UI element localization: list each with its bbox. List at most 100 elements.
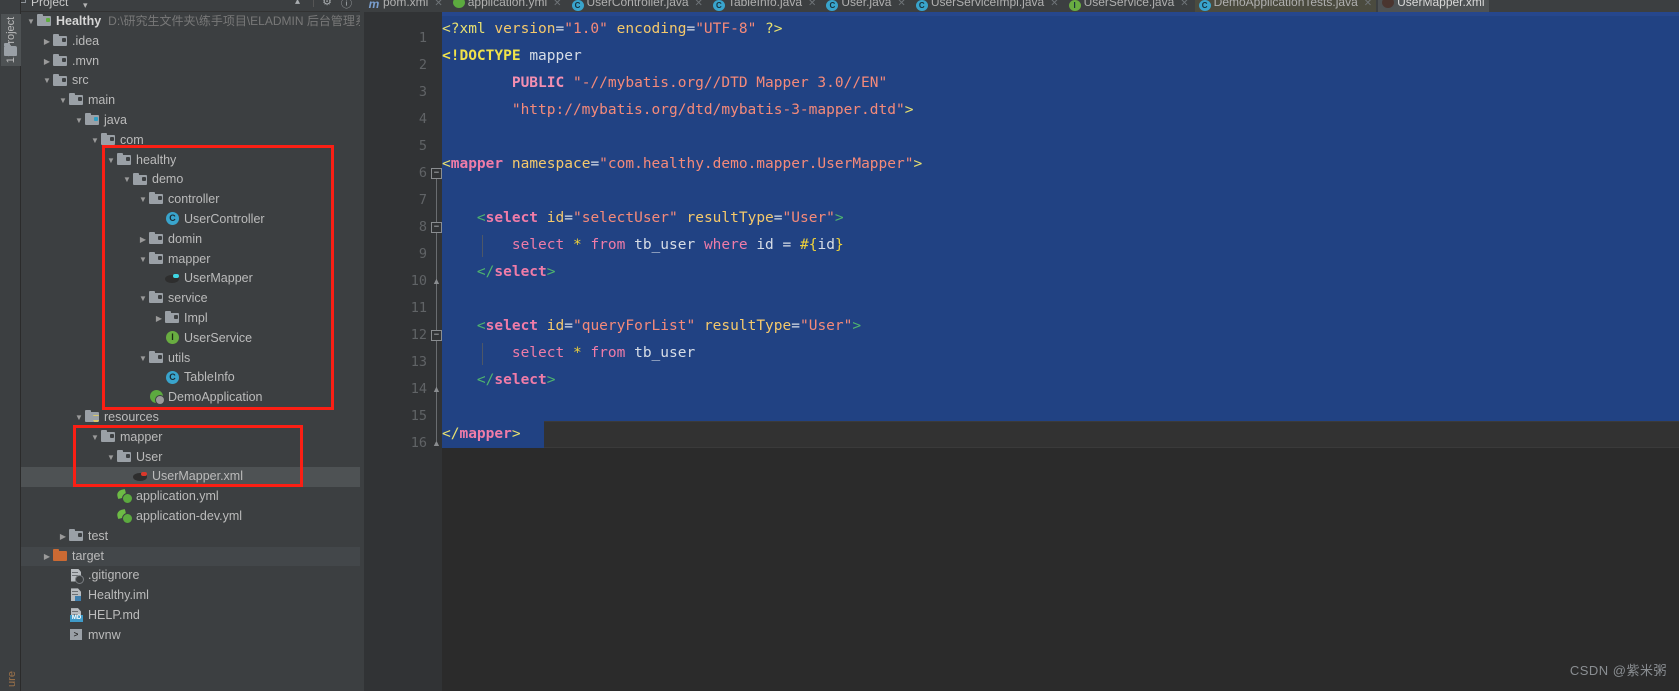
tree-item-mapper[interactable]: ▼ mapper [21, 250, 360, 270]
expand-arrow-open-icon[interactable]: ▼ [137, 349, 149, 369]
tree-item-test[interactable]: ▶ test [21, 527, 360, 547]
tree-item-application-yml[interactable]: ▶ application.yml [21, 487, 360, 507]
code-line[interactable]: <!DOCTYPE mapper [442, 43, 582, 70]
expand-arrow-open-icon[interactable]: ▼ [73, 111, 85, 131]
tree-item-mapper[interactable]: ▼ mapper [21, 428, 360, 448]
expand-arrow-open-icon[interactable]: ▼ [73, 408, 85, 428]
fold-collapse-icon[interactable]: − [431, 168, 442, 179]
expand-arrow-open-icon[interactable]: ▼ [137, 190, 149, 210]
close-icon[interactable]: ✕ [1050, 0, 1058, 9]
fold-end-icon[interactable]: ▲ [431, 385, 442, 394]
tree-item-healthy[interactable]: ▼ Healthy D:\研究生文件夹\练手项目\ELADMIN 后台管理系统 [21, 12, 360, 32]
tree-item-target[interactable]: ▶ target [21, 546, 360, 567]
editor-tab-bar[interactable]: m pom.xml ✕ application.yml ✕ C UserController… [364, 0, 1679, 12]
code-line[interactable]: select * from tb_user [442, 340, 695, 367]
tree-item-user[interactable]: ▼ User [21, 448, 360, 468]
editor-tab-application-yml[interactable]: application.yml ✕ [449, 0, 566, 12]
fold-collapse-icon[interactable]: − [431, 330, 442, 341]
expand-arrow-open-icon[interactable]: ▼ [105, 151, 117, 171]
close-icon[interactable]: ✕ [695, 0, 703, 9]
expand-arrow-open-icon[interactable]: ▼ [137, 289, 149, 309]
tool-window-button-structure[interactable]: ure [2, 653, 22, 691]
fold-end-icon[interactable]: ▲ [431, 439, 442, 448]
close-icon[interactable]: ✕ [1180, 0, 1188, 9]
editor-tab-pom-xml[interactable]: m pom.xml ✕ [364, 0, 447, 12]
expand-arrow-open-icon[interactable]: ▼ [121, 170, 133, 190]
expand-arrow-open-icon[interactable]: ▼ [105, 448, 117, 468]
code-token: "selectUser" [572, 210, 678, 226]
expand-arrow-open-icon[interactable]: ▼ [57, 91, 69, 111]
tree-item-gitignore[interactable]: ▶ .gitignore [21, 566, 360, 586]
tree-item-usermapper-xml[interactable]: ▶ UserMapper.xml [21, 467, 360, 488]
chevron-down-icon[interactable]: ▾ [83, 0, 88, 11]
tree-item-domin[interactable]: ▶ domin [21, 230, 360, 250]
help-icon[interactable]: ⓘ [341, 0, 352, 11]
tree-item-impl[interactable]: ▶ Impl [21, 309, 360, 329]
tree-item-mvn[interactable]: ▶ .mvn [21, 52, 360, 72]
code-line[interactable]: <?xml version="1.0" encoding="UTF-8" ?> [442, 16, 783, 43]
code-line[interactable]: </select> [442, 259, 556, 286]
tree-item-controller[interactable]: ▼ controller [21, 190, 360, 210]
editor-tab-user-java[interactable]: C User.java ✕ [822, 0, 909, 12]
tree-item-tableinfo[interactable]: ▶ TableInfo [21, 368, 360, 388]
expand-arrow-closed-icon[interactable]: ▶ [137, 230, 149, 250]
tree-item-userservice[interactable]: ▶ UserService [21, 329, 360, 349]
expand-arrow-open-icon[interactable]: ▼ [25, 12, 37, 32]
expand-arrow-closed-icon[interactable]: ▶ [41, 547, 53, 567]
close-icon[interactable]: ✕ [553, 0, 561, 9]
close-icon[interactable]: ✕ [808, 0, 816, 9]
tree-item-mvnw[interactable]: ▶ mvnw [21, 626, 360, 646]
code-line[interactable]: select * from tb_user where id = #{id} [442, 232, 844, 259]
code-line[interactable]: </select> [442, 367, 556, 394]
tree-item-healthy-iml[interactable]: ▶ Healthy.iml [21, 586, 360, 606]
code-line[interactable]: "http://mybatis.org/dtd/mybatis-3-mapper… [442, 97, 914, 124]
project-tree[interactable]: ▼ Healthy D:\研究生文件夹\练手项目\ELADMIN 后台管理系统 ▶ .i… [21, 12, 360, 691]
tool-window-button-project[interactable]: 1: Project [1, 14, 22, 66]
editor-fold-rail[interactable]: − ▲ − ▲ − ▲ [431, 12, 442, 691]
tree-item-resources[interactable]: ▼ resources [21, 408, 360, 428]
tree-item-com[interactable]: ▼ com [21, 131, 360, 151]
code-line[interactable]: <mapper namespace="com.healthy.demo.mapp… [442, 151, 922, 178]
expand-arrow-closed-icon[interactable]: ▶ [153, 309, 165, 329]
tree-item-healthy[interactable]: ▼ healthy [21, 151, 360, 171]
tree-item-service[interactable]: ▼ service [21, 289, 360, 309]
toolbar-divider [313, 0, 314, 7]
tree-item-usermapper[interactable]: ▶ UserMapper [21, 269, 360, 289]
expand-arrow-closed-icon[interactable]: ▶ [41, 52, 53, 72]
tree-item-application-dev-yml[interactable]: ▶ application-dev.yml [21, 507, 360, 527]
tree-item-usercontroller[interactable]: ▶ UserController [21, 210, 360, 230]
editor-tab-userserviceimpl-java[interactable]: C UserServiceImpl.java ✕ [912, 0, 1063, 12]
editor-tab-demoapplicationtests-java[interactable]: C DemoApplicationTests.java ✕ [1194, 0, 1377, 12]
expand-arrow-closed-icon[interactable]: ▶ [41, 32, 53, 52]
gear-icon[interactable]: ⚙ [322, 0, 332, 8]
expand-arrow-closed-icon[interactable]: ▶ [57, 527, 69, 547]
close-icon[interactable]: ✕ [1364, 0, 1372, 9]
code-line[interactable]: </mapper> [442, 421, 521, 448]
tree-item-utils[interactable]: ▼ utils [21, 349, 360, 369]
code-line[interactable]: <select id="queryForList" resultType="Us… [442, 313, 861, 340]
editor-tab-userservice-java[interactable]: I UserService.java ✕ [1065, 0, 1193, 12]
close-icon[interactable]: ✕ [434, 0, 442, 9]
close-icon[interactable]: ✕ [897, 0, 905, 9]
tree-item-java[interactable]: ▼ java [21, 111, 360, 131]
expand-arrow-open-icon[interactable]: ▼ [41, 71, 53, 91]
collapse-all-icon[interactable]: ▴ [295, 0, 300, 7]
tree-item-main[interactable]: ▼ main [21, 91, 360, 111]
tree-item-idea[interactable]: ▶ .idea [21, 32, 360, 52]
tree-item-src[interactable]: ▼ src [21, 71, 360, 91]
expand-arrow-open-icon[interactable]: ▼ [89, 428, 101, 448]
tree-item-demoapplication[interactable]: ▶ DemoApplication [21, 388, 360, 408]
editor-tab-usermapper-xml[interactable]: UserMapper.xml [1378, 0, 1489, 12]
tree-item-demo[interactable]: ▼ demo [21, 170, 360, 190]
tree-item-help-md[interactable]: ▶ HELP.md [21, 606, 360, 626]
fold-collapse-icon[interactable]: − [431, 222, 442, 233]
editor-code-content[interactable]: <?xml version="1.0" encoding="UTF-8" ?> <… [442, 12, 1679, 691]
expand-arrow-open-icon[interactable]: ▼ [137, 250, 149, 270]
editor-tab-usercontroller-java[interactable]: C UserController.java ✕ [568, 0, 707, 12]
expand-arrow-open-icon[interactable]: ▼ [89, 131, 101, 151]
line-number: 8 [418, 219, 427, 235]
code-line[interactable]: <select id="selectUser" resultType="User… [442, 205, 844, 232]
code-line[interactable]: PUBLIC "-//mybatis.org//DTD Mapper 3.0//… [442, 70, 887, 97]
fold-end-icon[interactable]: ▲ [431, 277, 442, 286]
editor-tab-tableinfo-java[interactable]: C TableInfo.java ✕ [709, 0, 820, 12]
